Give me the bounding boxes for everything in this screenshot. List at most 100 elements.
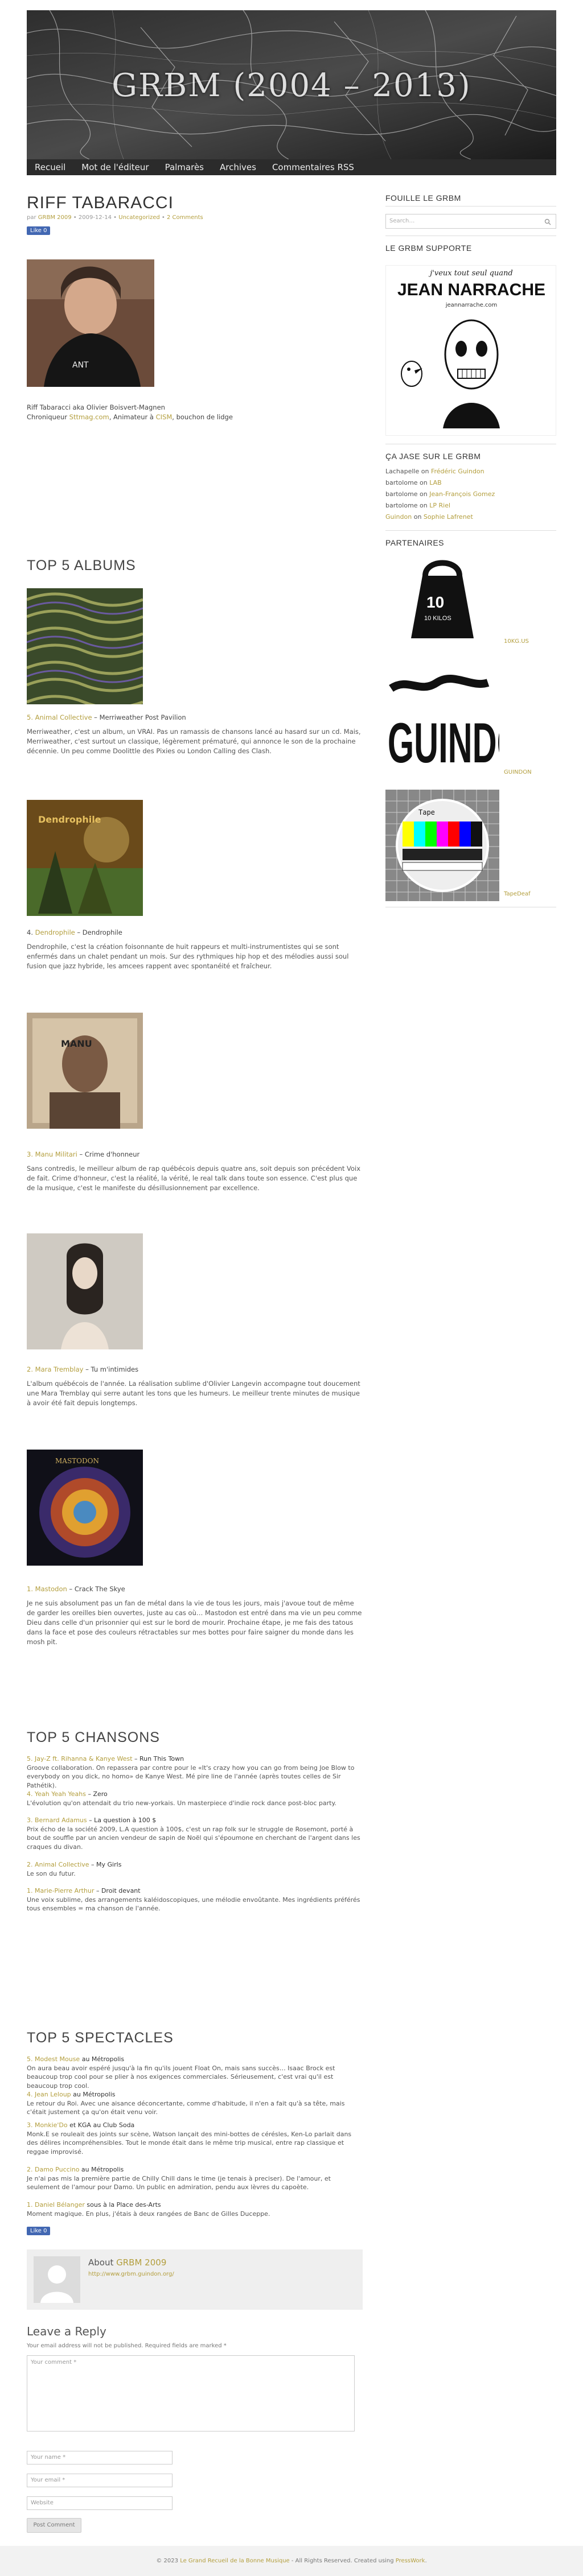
about-author-link[interactable]: GRBM 2009 (116, 2257, 166, 2268)
nav-item-palmares[interactable]: Palmarès (157, 159, 212, 175)
song-3-desc: Prix écho de la société 2009, L.A questi… (27, 1825, 360, 1851)
ad-tagline: j'veux tout seul quand (430, 269, 513, 278)
album-4-artist-link[interactable]: Dendrophile (35, 928, 75, 936)
caption-link-cism[interactable]: CISM (156, 413, 173, 421)
footer-theme-link[interactable]: PressWork (396, 2558, 425, 2564)
song-2-num: 2. (27, 1861, 33, 1868)
albums-heading: TOP 5 ALBUMS (27, 558, 136, 573)
show-4-num: 4. (27, 2091, 33, 2098)
album-2-artist-link[interactable]: Mara Tremblay (35, 1365, 84, 1373)
comment-textarea[interactable]: Your comment * (27, 2355, 355, 2431)
meta-date: • 2009-12-14 • (73, 214, 117, 221)
search-icon[interactable] (544, 218, 551, 225)
search-input[interactable]: Search… (385, 214, 556, 229)
post-meta: par GRBM 2009 • 2009-12-14 • Uncategoriz… (27, 214, 363, 221)
song-4-artist-link[interactable]: Yeah Yeah Yeahs (35, 1790, 86, 1798)
album-cover-tu-mintimides[interactable] (27, 1233, 143, 1349)
show-5-artist-link[interactable]: Modest Mouse (35, 2055, 80, 2063)
song-5: 5. Jay-Z ft. Rihanna & Kanye West – Run … (27, 1755, 363, 1790)
divider (385, 206, 556, 207)
meta-category-link[interactable]: Uncategorized (118, 214, 159, 221)
nav-item-rss[interactable]: Commentaires RSS (264, 159, 362, 175)
reply-heading: Leave a Reply (27, 2325, 106, 2338)
footer-brand-link[interactable]: Le Grand Recueil de la Bonne Musique (180, 2558, 290, 2564)
album-3-artist-link[interactable]: Manu Militari (35, 1150, 77, 1158)
show-2-venue: au Métropolis (79, 2166, 124, 2173)
album-5-desc: Merriweather, c'est un album, un VRAI. P… (27, 728, 361, 755)
show-5-venue: au Métropolis (80, 2055, 125, 2063)
album-cover-crime-dhonneur[interactable]: MANU (27, 1013, 143, 1129)
show-5: 5. Modest Mouse au Métropolis On aura be… (27, 2055, 363, 2090)
song-2-desc: Le son du futur. (27, 1869, 76, 1877)
song-3-artist-link[interactable]: Bernard Adamus (35, 1817, 87, 1824)
about-label: About (88, 2257, 114, 2268)
caption-line1: Riff Tabaracci aka Olivier Boisvert-Magn… (27, 403, 165, 411)
facebook-like-button-bottom[interactable]: Like 0 (27, 2227, 51, 2235)
nav-item-archives[interactable]: Archives (212, 159, 264, 175)
footer-rights: - All Rights Reserved. Created using (289, 2558, 396, 2564)
rc-post-link[interactable]: LAB (429, 479, 441, 486)
show-1-artist-link[interactable]: Daniel Bélanger (35, 2201, 85, 2208)
partner-logo-guindon[interactable]: GUINDON (385, 671, 499, 783)
search-heading: FOUILLE LE GRBM (385, 193, 461, 203)
about-author-url[interactable]: http://www.grbm.guindon.org/ (88, 2271, 174, 2277)
support-heading: LE GRBM SUPPORTE (385, 243, 472, 253)
show-1-desc: Moment magique. En plus, j'étais à deux … (27, 2210, 270, 2218)
name-input[interactable]: Your name * (27, 2451, 173, 2464)
meta-pre: par (27, 214, 36, 221)
rc-post-link[interactable]: Sophie Lafrenet (424, 513, 473, 521)
site-banner[interactable]: GRBM (2004 – 2013) (27, 10, 556, 159)
show-3-artist-link[interactable]: Monkie'Do (35, 2121, 68, 2129)
svg-text:Tape: Tape (418, 808, 435, 816)
post-comment-button[interactable]: Post Comment (27, 2518, 81, 2533)
album-1-artist-link[interactable]: Mastodon (35, 1585, 67, 1593)
song-1-artist-link[interactable]: Marie-Pierre Arthur (35, 1887, 94, 1894)
rc-author[interactable]: Guindon (385, 513, 412, 521)
partner-logo-tapedeaf[interactable]: Tape (385, 790, 499, 901)
page: GRBM (2004 – 2013) Recueil Mot de l'édit… (0, 0, 583, 2576)
song-3-num: 3. (27, 1817, 33, 1824)
rc-on: on (417, 490, 430, 498)
meta-comments-link[interactable]: 2 Comments (167, 214, 203, 221)
song-5-artist-link[interactable]: Jay-Z ft. Rihanna & Kanye West (35, 1755, 133, 1762)
footer-copyright: © 2023 (156, 2558, 178, 2564)
website-input[interactable]: Website (27, 2496, 173, 2510)
rc-post-link[interactable]: Frédéric Guindon (431, 468, 485, 475)
rc-post-link[interactable]: Jean-François Gomez (429, 490, 495, 498)
caption-link-sttmag[interactable]: Sttmag.com (69, 413, 109, 421)
partner-link-10kg[interactable]: 10KG.US (504, 638, 529, 645)
show-4-venue: au Métropolis (71, 2091, 116, 2098)
site-title[interactable]: GRBM (2004 – 2013) (27, 67, 556, 104)
support-ad-jean-narrache[interactable]: j'veux tout seul quand JEAN NARRACHE jea… (385, 265, 556, 436)
album-cover-merriweather[interactable] (27, 588, 143, 704)
partner-link-tapedeaf[interactable]: TapeDeaf (504, 891, 531, 897)
album-4-desc: Dendrophile, c'est la création foisonnan… (27, 943, 349, 970)
album-cover-dendrophile[interactable]: Dendrophile (27, 800, 143, 916)
partner-link-guindon[interactable]: GUINDON (504, 769, 532, 775)
song-2-artist-link[interactable]: Animal Collective (35, 1861, 89, 1868)
email-input[interactable]: Your email * (27, 2474, 173, 2487)
facebook-like-button[interactable]: Like 0 (27, 226, 51, 235)
show-2-artist-link[interactable]: Damo Puccino (35, 2166, 79, 2173)
caption-mid: , Animateur à (109, 413, 154, 421)
song-4: 4. Yeah Yeah Yeahs – Zero L'évolution qu… (27, 1790, 363, 1807)
meta-author-link[interactable]: GRBM 2009 (38, 214, 72, 221)
show-4-artist-link[interactable]: Jean Leloup (35, 2091, 71, 2098)
show-3: 3. Monkie'Do et KGA au Club Soda Monk.E … (27, 2121, 363, 2156)
show-4: 4. Jean Leloup au Métropolis Le retour d… (27, 2090, 363, 2117)
nav-item-recueil[interactable]: Recueil (27, 159, 73, 175)
song-3: 3. Bernard Adamus – La question à 100 $ … (27, 1816, 363, 1851)
song-3-title: – La question à 100 $ (87, 1817, 157, 1824)
song-1: 1. Marie-Pierre Arthur – Droit devant Un… (27, 1886, 363, 1913)
album-1-desc: Je ne suis absolument pas un fan de méta… (27, 1599, 362, 1646)
about-author-box: About GRBM 2009 http://www.grbm.guindon.… (27, 2249, 363, 2310)
album-cover-crack-the-skye[interactable]: MASTODON (27, 1450, 143, 1566)
rc-post-link[interactable]: LP Riel (429, 502, 450, 509)
partner-logo-10kg[interactable]: 10 10 KILOS (385, 553, 499, 647)
song-1-num: 1. (27, 1887, 33, 1894)
rc-author: Lachapelle (385, 468, 420, 475)
album-5-artist-link[interactable]: Animal Collective (35, 713, 92, 721)
album-2-num: 2. (27, 1365, 33, 1373)
album-3-title: 3. Manu Militari – Crime d'honneur (27, 1150, 363, 1158)
nav-item-mot-editeur[interactable]: Mot de l'éditeur (73, 159, 157, 175)
